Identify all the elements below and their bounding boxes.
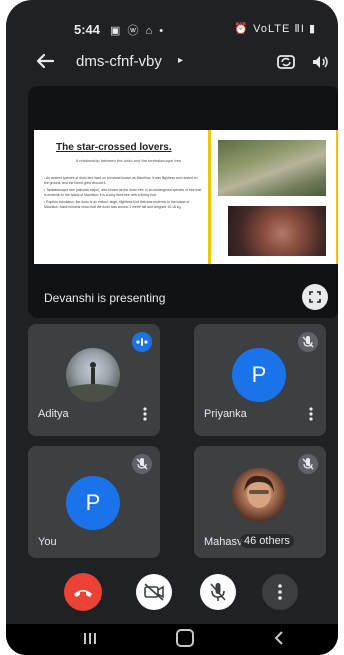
system-nav-bar xyxy=(6,624,338,655)
others-count-label[interactable]: 46 others xyxy=(240,534,294,548)
more-options-button[interactable] xyxy=(262,574,298,610)
mic-off-icon xyxy=(298,332,318,352)
speaking-indicator-icon xyxy=(132,332,152,352)
fullscreen-icon xyxy=(309,291,321,303)
slide-photo-dodo xyxy=(228,206,326,256)
participant-tile-others[interactable]: Mahasv 46 others xyxy=(194,446,326,558)
avatar: P xyxy=(232,348,286,402)
mic-off-icon xyxy=(298,454,318,474)
presentation-area[interactable]: The star-crossed lovers. A relationship … xyxy=(28,86,338,318)
back-arrow-icon[interactable] xyxy=(34,50,58,74)
more-vert-icon xyxy=(278,584,282,600)
status-bar: 5:44 ▣ ⓦ ⌂ • ⏰ VoLTE ⅡI ▮ xyxy=(6,0,338,40)
more-vert-icon[interactable] xyxy=(140,406,150,422)
avatar xyxy=(66,348,120,402)
meeting-code[interactable]: dms-cfnf-vby xyxy=(76,53,162,70)
camera-toggle-button[interactable] xyxy=(136,574,172,610)
slide-bullet: • An ancient species of dodo bird lived … xyxy=(44,176,198,185)
end-call-button[interactable] xyxy=(64,573,102,611)
meeting-topbar: dms-cfnf-vby ▸ xyxy=(6,46,338,78)
presented-slide: The star-crossed lovers. A relationship … xyxy=(34,130,338,264)
recent-apps-icon[interactable] xyxy=(80,630,100,646)
slide-subtitle: A relationship between the dodo and the … xyxy=(75,158,183,163)
back-nav-icon[interactable] xyxy=(272,629,286,647)
presenter-label: Devanshi is presenting xyxy=(44,291,166,305)
mic-off-icon xyxy=(210,583,226,601)
slide-body: • An ancient species of dodo bird lived … xyxy=(44,176,202,213)
avatar: P xyxy=(66,476,120,530)
avatar xyxy=(232,468,286,522)
participant-tile-aditya[interactable]: Aditya xyxy=(28,324,160,436)
participant-tile-priyanka[interactable]: P Priyanka xyxy=(194,324,326,436)
home-icon[interactable] xyxy=(176,629,194,647)
slide-bullet: • Raphus cucullatus: the dodo is an exti… xyxy=(44,200,190,209)
chevron-right-icon[interactable]: ▸ xyxy=(178,55,183,66)
participant-name: Priyanka xyxy=(204,408,247,420)
participant-tile-you[interactable]: P You xyxy=(28,446,160,558)
phone-screen: 5:44 ▣ ⓦ ⌂ • ⏰ VoLTE ⅡI ▮ dms-cfnf-vby ▸… xyxy=(6,0,338,655)
slide-title: The star-crossed lovers. xyxy=(56,142,172,153)
more-vert-icon[interactable] xyxy=(306,406,316,422)
end-call-icon xyxy=(74,590,92,597)
participant-name: Mahasv xyxy=(204,536,243,548)
status-time: 5:44 xyxy=(74,22,101,37)
slide-photo-tree xyxy=(218,140,326,196)
speaker-icon[interactable] xyxy=(310,52,330,72)
switch-camera-icon[interactable] xyxy=(276,52,296,72)
participant-name: Aditya xyxy=(38,408,69,420)
fullscreen-button[interactable] xyxy=(302,284,328,310)
mic-off-icon xyxy=(132,454,152,474)
call-controls xyxy=(6,570,338,616)
notification-icons: ▣ ⓦ ⌂ • xyxy=(110,25,166,37)
slide-divider xyxy=(208,130,211,264)
slide-accent-bar xyxy=(336,130,338,264)
camera-off-icon xyxy=(144,583,164,601)
system-status-icons: ⏰ VoLTE ⅡI ▮ xyxy=(234,23,316,35)
mic-toggle-button[interactable] xyxy=(200,574,236,610)
slide-text-panel: The star-crossed lovers. A relationship … xyxy=(34,130,208,264)
participant-name: You xyxy=(38,536,57,548)
slide-bullet: • Tambalacoque tree (calvaria major), al… xyxy=(44,188,202,197)
